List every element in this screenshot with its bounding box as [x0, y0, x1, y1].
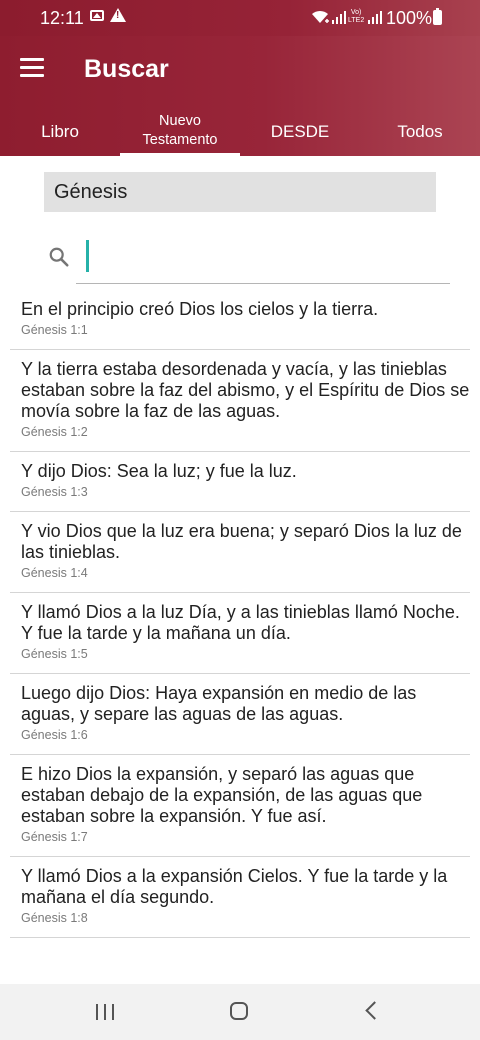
home-icon[interactable] [230, 1002, 248, 1020]
warning-notification-icon [110, 8, 126, 22]
text-cursor [86, 240, 89, 272]
list-item[interactable]: Y dijo Dios: Sea la luz; y fue la luz. G… [10, 452, 470, 512]
status-bar: 12:11 Vo) LTE2 100% [0, 0, 480, 36]
verse-text: Y vio Dios que la luz era buena; y separ… [21, 521, 462, 562]
tab-label: DESDE [270, 121, 330, 141]
verse-text: Y llamó Dios a la expansión Cielos. Y fu… [21, 866, 448, 907]
verse-reference: Génesis 1:2 [21, 425, 88, 439]
list-item[interactable]: Luego dijo Dios: Haya expansión en medio… [10, 674, 470, 755]
verse-reference: Génesis 1:6 [21, 728, 88, 742]
recent-apps-icon[interactable] [96, 1004, 116, 1020]
list-item[interactable]: Y vio Dios que la luz era buena; y separ… [10, 512, 470, 593]
tab-label: Todos [397, 121, 443, 141]
status-time: 12:11 [40, 8, 84, 28]
tab-nuevo-testamento[interactable]: Nuevo Testamento [120, 106, 240, 156]
system-nav-bar [0, 984, 480, 1040]
battery-icon [433, 8, 442, 25]
page-title: Buscar [84, 55, 169, 83]
verse-text: Y la tierra estaba desordenada y vacía, … [21, 359, 470, 421]
verse-text: Y llamó Dios a la luz Día, y a las tinie… [21, 602, 460, 643]
tab-label: Libro [41, 121, 79, 141]
battery-percent: 100% [386, 8, 433, 28]
search-input[interactable] [92, 240, 446, 278]
volte-indicator: Vo) LTE2 [348, 9, 364, 25]
list-item[interactable]: Y la tierra estaba desordenada y vacía, … [10, 350, 470, 452]
volte-label-bottom: LTE2 [348, 17, 365, 24]
verse-text: E hizo Dios la expansión, y separó las a… [21, 764, 423, 826]
verse-text: En el principio creó Dios los cielos y l… [21, 299, 379, 319]
list-item[interactable]: Y llamó Dios a la luz Día, y a las tinie… [10, 593, 470, 674]
volte-label-top: Vo) [350, 9, 362, 16]
app-bar: Buscar Libro Nuevo Testamento DESDE Todo… [0, 36, 480, 156]
verse-reference: Génesis 1:1 [21, 323, 88, 337]
verse-reference: Génesis 1:8 [21, 911, 88, 925]
verse-reference: Génesis 1:3 [21, 485, 88, 499]
back-icon[interactable] [365, 1001, 384, 1020]
tab-todos[interactable]: Todos [360, 106, 480, 156]
verse-text: Y dijo Dios: Sea la luz; y fue la luz. [21, 461, 297, 481]
verse-text: Luego dijo Dios: Haya expansión en medio… [21, 683, 417, 724]
results-list[interactable]: En el principio creó Dios los cielos y l… [10, 290, 470, 984]
tab-bar: Libro Nuevo Testamento DESDE Todos [0, 106, 480, 156]
search-underline [76, 283, 450, 284]
tab-desde[interactable]: DESDE [240, 106, 360, 156]
search-icon [49, 247, 69, 267]
verse-reference: Génesis 1:7 [21, 830, 88, 844]
gallery-notification-icon [90, 10, 104, 21]
verse-reference: Génesis 1:5 [21, 647, 88, 661]
tab-label: Nuevo Testamento [142, 113, 218, 148]
verse-reference: Génesis 1:4 [21, 566, 88, 580]
list-item[interactable]: En el principio creó Dios los cielos y l… [10, 290, 470, 350]
list-item[interactable]: E hizo Dios la expansión, y separó las a… [10, 755, 470, 857]
hamburger-icon[interactable] [20, 58, 46, 78]
signal-2-icon [368, 10, 382, 24]
list-item[interactable]: Y llamó Dios a la expansión Cielos. Y fu… [10, 857, 470, 938]
book-selector[interactable]: Génesis [44, 172, 436, 212]
wifi-icon [312, 10, 329, 23]
tab-libro[interactable]: Libro [0, 106, 120, 156]
signal-1-icon [332, 10, 346, 24]
